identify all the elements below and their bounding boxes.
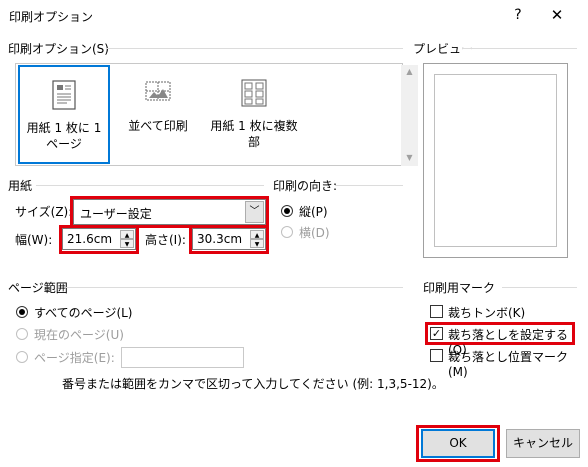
specified-pages-option: ページ指定(E): bbox=[16, 349, 126, 365]
spin-down-icon[interactable]: ▼ bbox=[120, 239, 134, 248]
size-value: ユーザー設定 bbox=[80, 207, 152, 221]
spin-up-icon[interactable]: ▲ bbox=[120, 230, 134, 239]
option-label: 用紙 1 枚に 1 ページ bbox=[26, 121, 102, 151]
window-title: 印刷オプション bbox=[9, 10, 94, 24]
preview-page bbox=[434, 74, 557, 247]
close-button[interactable]: ✕ bbox=[535, 0, 579, 31]
bleed-checkbox[interactable]: ✓ bbox=[430, 327, 443, 340]
crop-marks-label: 裁ちトンボ(K) bbox=[448, 306, 526, 320]
print-options-list[interactable]: 用紙 1 枚に 1 ページ 並べて印刷 用紙 1 枚に複数部 ▲ ▼ bbox=[15, 63, 418, 166]
chevron-down-icon[interactable]: ﹀ bbox=[245, 201, 264, 223]
preview-pane bbox=[423, 63, 568, 258]
current-page-radio bbox=[16, 328, 28, 340]
height-value: 30.3cm bbox=[197, 232, 243, 246]
size-label: サイズ(Z): bbox=[15, 205, 73, 219]
bleed-marks-label: 裁ち落とし位置マーク(M) bbox=[448, 350, 569, 379]
bleed-option[interactable]: ✓ 裁ち落としを設定する(Q) bbox=[430, 326, 572, 357]
width-label: 幅(W): bbox=[15, 233, 53, 247]
crop-marks-option[interactable]: 裁ちトンボ(K) bbox=[430, 304, 570, 320]
ok-button[interactable]: OK bbox=[421, 429, 495, 458]
single-page-icon bbox=[52, 80, 76, 114]
spin-down-icon[interactable]: ▼ bbox=[250, 239, 264, 248]
width-value: 21.6cm bbox=[67, 232, 113, 246]
portrait-radio[interactable] bbox=[281, 205, 293, 217]
print-marks-divider bbox=[502, 287, 577, 288]
print-marks-label: 印刷用マーク bbox=[423, 279, 496, 296]
all-pages-label: すべてのページ(L) bbox=[34, 306, 133, 320]
option-one-per-sheet[interactable]: 用紙 1 枚に 1 ページ bbox=[18, 65, 110, 164]
scroll-up-icon[interactable]: ▲ bbox=[401, 67, 418, 76]
multiple-copies-icon bbox=[240, 78, 268, 112]
spin-up-icon[interactable]: ▲ bbox=[250, 230, 264, 239]
portrait-label: 縦(P) bbox=[299, 205, 328, 219]
bleed-marks-checkbox[interactable] bbox=[430, 349, 443, 362]
all-pages-radio[interactable] bbox=[16, 306, 28, 318]
height-stepper[interactable]: 30.3cm ▲ ▼ bbox=[192, 228, 266, 250]
print-options-label: 印刷オプション(S) bbox=[8, 40, 109, 57]
list-scrollbar[interactable]: ▲ ▼ bbox=[401, 65, 418, 166]
specified-pages-radio bbox=[16, 351, 28, 363]
landscape-option: 横(D) bbox=[281, 224, 361, 240]
title-bar: 印刷オプション ? ✕ bbox=[0, 0, 588, 31]
page-range-hint: 番号または範囲をカンマで区切って入力してください (例: 1,3,5-12)。 bbox=[62, 377, 444, 391]
option-tile-print[interactable]: 並べて印刷 bbox=[112, 65, 204, 164]
portrait-option[interactable]: 縦(P) bbox=[281, 203, 361, 219]
orientation-divider bbox=[335, 185, 403, 186]
scroll-down-icon[interactable]: ▼ bbox=[401, 153, 418, 162]
option-label: 用紙 1 枚に複数部 bbox=[210, 119, 298, 149]
all-pages-option[interactable]: すべてのページ(L) bbox=[16, 304, 156, 320]
option-label: 並べて印刷 bbox=[128, 119, 188, 133]
preview-divider bbox=[462, 48, 577, 49]
current-page-option: 現在のページ(U) bbox=[16, 326, 156, 342]
current-page-label: 現在のページ(U) bbox=[34, 328, 124, 342]
help-button[interactable]: ? bbox=[496, 0, 540, 31]
landscape-label: 横(D) bbox=[299, 226, 330, 240]
specified-pages-label: ページ指定(E): bbox=[34, 351, 115, 365]
size-dropdown[interactable]: ユーザー設定 ﹀ bbox=[73, 199, 266, 225]
tile-print-icon bbox=[144, 78, 172, 108]
orientation-label: 印刷の向き: bbox=[273, 177, 338, 194]
bleed-marks-option[interactable]: 裁ち落とし位置マーク(M) bbox=[430, 348, 575, 379]
width-stepper[interactable]: 21.6cm ▲ ▼ bbox=[62, 228, 136, 250]
crop-marks-checkbox[interactable] bbox=[430, 305, 443, 318]
option-multiple-copies[interactable]: 用紙 1 枚に複数部 bbox=[204, 65, 304, 164]
paper-label: 用紙 bbox=[8, 177, 33, 194]
cancel-button[interactable]: キャンセル bbox=[506, 429, 580, 458]
landscape-radio bbox=[281, 226, 293, 238]
page-range-divider bbox=[66, 287, 403, 288]
page-range-label: ページ範囲 bbox=[8, 279, 68, 296]
paper-divider bbox=[36, 185, 264, 186]
page-range-input[interactable] bbox=[121, 347, 244, 368]
height-label: 高さ(I): bbox=[145, 233, 186, 247]
print-options-divider bbox=[106, 48, 403, 49]
